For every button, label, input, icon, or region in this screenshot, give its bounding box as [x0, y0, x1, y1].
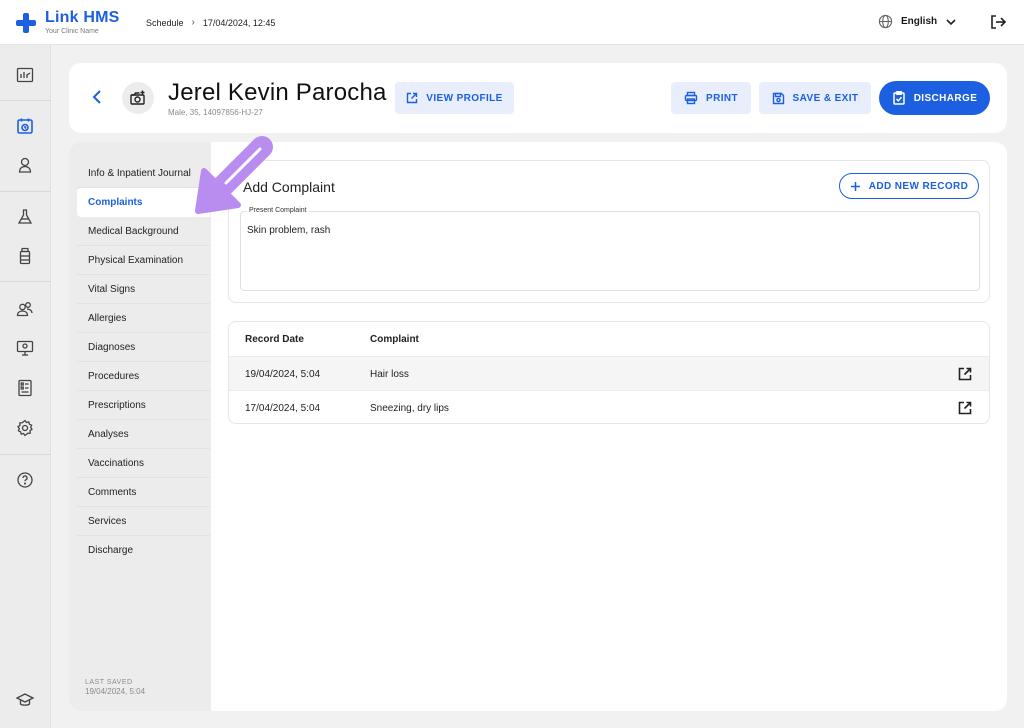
globe-icon — [878, 14, 893, 29]
breadcrumb-schedule[interactable]: Schedule — [146, 18, 184, 28]
print-button[interactable]: PRINT — [671, 82, 751, 114]
add-complaint-title: Add Complaint — [243, 179, 335, 195]
present-complaint-field[interactable]: Present Complaint Skin problem, rash — [240, 207, 980, 291]
report-icon[interactable] — [13, 376, 37, 400]
open-record-icon[interactable] — [957, 366, 973, 382]
monitor-icon[interactable] — [13, 336, 37, 360]
nav-item-analyses[interactable]: Analyses — [77, 420, 210, 449]
section-nav: Info & Inpatient Journal Complaints Medi… — [69, 142, 211, 711]
nav-item-info[interactable]: Info & Inpatient Journal — [77, 159, 210, 188]
chevron-right-icon: › — [191, 17, 195, 28]
last-saved-value: 19/04/2024, 5:04 — [85, 687, 146, 697]
view-profile-label: VIEW PROFILE — [426, 92, 503, 104]
record-date: 17/04/2024, 5:04 — [245, 403, 321, 414]
graduation-cap-icon[interactable] — [13, 688, 37, 712]
app-logo[interactable]: Link HMS Your Clinic Name — [16, 10, 120, 35]
present-complaint-value: Skin problem, rash — [247, 225, 331, 236]
external-link-icon — [407, 92, 418, 104]
logout-icon[interactable] — [989, 13, 1007, 31]
discharge-button[interactable]: DISCHARGE — [879, 81, 990, 115]
medicine-icon[interactable] — [13, 244, 37, 268]
dashboard-icon[interactable] — [13, 63, 37, 87]
calendar-icon[interactable] — [13, 114, 37, 138]
record-complaint: Hair loss — [370, 369, 409, 380]
nav-item-medical-background[interactable]: Medical Background — [77, 217, 210, 246]
clinic-name: Your Clinic Name — [45, 28, 99, 35]
users-icon[interactable] — [13, 297, 37, 321]
plus-icon — [850, 181, 860, 191]
nav-item-physical-examination[interactable]: Physical Examination — [77, 246, 210, 275]
nav-item-vital-signs[interactable]: Vital Signs — [77, 275, 210, 304]
last-saved-label: LAST SAVED — [85, 679, 133, 686]
breadcrumb-datetime: 17/04/2024, 12:45 — [202, 17, 276, 28]
nav-item-comments[interactable]: Comments — [77, 478, 210, 507]
save-exit-button[interactable]: SAVE & EXIT — [759, 82, 871, 114]
column-header-complaint: Complaint — [370, 334, 419, 345]
patient-name: Jerel Kevin Parocha — [168, 79, 387, 106]
avatar[interactable] — [122, 82, 154, 114]
patient-meta: Male, 35, 14097856-HJ-27 — [168, 108, 263, 117]
table-row[interactable]: 19/04/2024, 5:04 Hair loss — [229, 356, 989, 390]
complaint-records-table: Record Date Complaint 19/04/2024, 5:04 H… — [228, 321, 990, 424]
nav-item-discharge[interactable]: Discharge — [77, 536, 210, 565]
add-photo-icon — [130, 90, 145, 105]
logo-cross-icon — [16, 12, 36, 33]
save-exit-label: SAVE & EXIT — [792, 92, 859, 104]
discharge-label: DISCHARGE — [913, 92, 978, 104]
add-new-record-button[interactable]: ADD NEW RECORD — [839, 173, 979, 199]
table-row[interactable]: 17/04/2024, 5:04 Sneezing, dry lips — [229, 390, 989, 423]
view-profile-button[interactable]: VIEW PROFILE — [395, 82, 514, 114]
print-label: PRINT — [706, 92, 738, 104]
nav-item-prescriptions[interactable]: Prescriptions — [77, 391, 210, 420]
chevron-down-icon — [946, 18, 956, 25]
nav-item-procedures[interactable]: Procedures — [77, 362, 210, 391]
table-header: Record Date Complaint — [229, 322, 989, 356]
open-record-icon[interactable] — [957, 400, 973, 416]
flask-icon[interactable] — [13, 205, 37, 229]
language-label: English — [901, 16, 938, 27]
nav-item-diagnoses[interactable]: Diagnoses — [77, 333, 210, 362]
user-icon[interactable] — [13, 153, 37, 177]
nav-item-vaccinations[interactable]: Vaccinations — [77, 449, 210, 478]
nav-item-allergies[interactable]: Allergies — [77, 304, 210, 333]
save-icon — [772, 92, 784, 104]
last-saved: LAST SAVED 19/04/2024, 5:04 — [85, 678, 145, 697]
nav-item-services[interactable]: Services — [77, 507, 210, 536]
patient-header: Jerel Kevin Parocha Male, 35, 14097856-H… — [69, 63, 1007, 133]
help-icon[interactable] — [13, 468, 37, 492]
main-panel: Info & Inpatient Journal Complaints Medi… — [69, 142, 1007, 711]
column-header-record-date: Record Date — [245, 334, 304, 345]
top-bar: Link HMS Your Clinic Name Schedule › 17/… — [0, 0, 1024, 45]
app-name: Link HMS — [45, 9, 120, 26]
printer-icon — [684, 91, 698, 105]
record-complaint: Sneezing, dry lips — [370, 403, 449, 414]
back-arrow-icon[interactable] — [89, 88, 107, 106]
nav-item-complaints[interactable]: Complaints — [77, 188, 210, 217]
clipboard-check-icon — [892, 91, 905, 105]
icon-rail — [0, 45, 51, 728]
settings-icon[interactable] — [13, 416, 37, 440]
record-date: 19/04/2024, 5:04 — [245, 369, 321, 380]
present-complaint-label: Present Complaint — [247, 207, 309, 214]
language-selector[interactable]: English — [878, 14, 957, 29]
breadcrumb: Schedule › 17/04/2024, 12:45 — [146, 17, 275, 28]
add-new-record-label: ADD NEW RECORD — [868, 180, 969, 192]
add-complaint-card: Add Complaint ADD NEW RECORD Present Com… — [228, 160, 990, 303]
